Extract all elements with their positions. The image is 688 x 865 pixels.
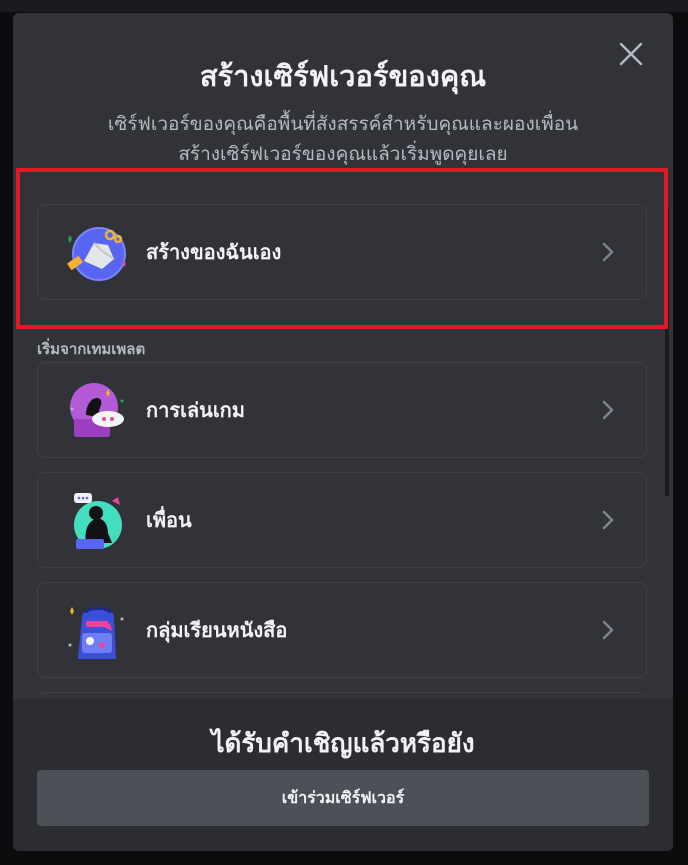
- join-server-button[interactable]: เข้าร่วมเซิร์ฟเวอร์: [37, 770, 649, 826]
- options-scroll-area[interactable]: สร้างของฉันเอง เริ่มจากเทมเพลต การเล่นเก…: [13, 191, 673, 699]
- chevron-right-icon: [602, 400, 614, 420]
- subtitle-line-2: สร้างเซิร์ฟเวอร์ของคุณแล้วเริ่มพูดคุยเลย: [178, 143, 508, 165]
- background-window-strip: [0, 0, 688, 12]
- study-group-illustration-icon: [68, 607, 124, 659]
- template-option-study-group[interactable]: กลุ่มเรียนหนังสือ: [37, 582, 647, 678]
- create-own-option[interactable]: สร้างของฉันเอง: [37, 204, 647, 300]
- chevron-right-icon: [602, 242, 614, 262]
- template-option-gaming[interactable]: การเล่นเกม: [37, 362, 647, 458]
- gaming-illustration-icon: [70, 383, 124, 437]
- template-option-friends[interactable]: เพื่อน: [37, 472, 647, 568]
- subtitle-line-1: เซิร์ฟเวอร์ของคุณคือพื้นที่สังสรรค์สำหรั…: [107, 113, 579, 135]
- create-server-dialog: สร้างเซิร์ฟเวอร์ของคุณ เซิร์ฟเวอร์ของคุณ…: [13, 13, 673, 851]
- chevron-right-icon: [602, 620, 614, 640]
- dialog-footer: ได้รับคำเชิญแล้วหรือยัง เข้าร่วมเซิร์ฟเว…: [13, 699, 673, 851]
- chevron-right-icon: [602, 510, 614, 530]
- template-label-gaming: การเล่นเกม: [146, 398, 245, 422]
- create-own-illustration-icon: [67, 227, 126, 281]
- dialog-title: สร้างเซิร์ฟเวอร์ของคุณ: [199, 59, 487, 93]
- template-option-partial[interactable]: [37, 692, 647, 699]
- footer-title: ได้รับคำเชิญแล้วหรือยัง: [211, 729, 475, 759]
- friends-illustration-icon: [74, 493, 122, 549]
- template-label-friends: เพื่อน: [146, 508, 192, 532]
- scrollbar-thumb[interactable]: [665, 208, 669, 496]
- template-label-study-group: กลุ่มเรียนหนังสือ: [146, 618, 288, 642]
- create-own-label: สร้างของฉันเอง: [146, 240, 282, 264]
- dialog-subtitle: เซิร์ฟเวอร์ของคุณคือพื้นที่สังสรรค์สำหรั…: [33, 109, 653, 169]
- templates-section-label: เริ่มจากเทมเพลต: [37, 340, 146, 358]
